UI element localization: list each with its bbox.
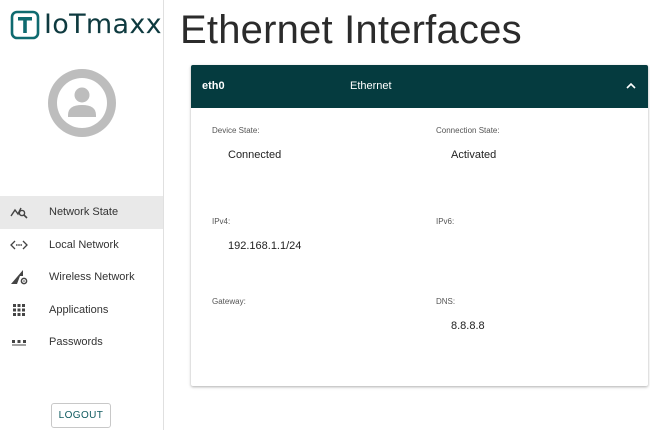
sidebar-item-label: Wireless Network (49, 271, 135, 284)
device-state-value: Connected (228, 149, 282, 161)
interface-name: eth0 (202, 80, 225, 92)
logo[interactable]: IoTmaxx (10, 10, 162, 40)
dns-label: DNS: (436, 297, 456, 306)
apps-grid-icon (10, 301, 28, 319)
sidebar-item-label: Applications (49, 303, 109, 316)
sidebar-item-network-state[interactable]: Network State (0, 196, 163, 229)
interface-header[interactable]: eth0 Ethernet (191, 65, 648, 108)
device-state-label: Device State: (212, 126, 260, 135)
sidebar-item-wireless-network[interactable]: Wireless Network (0, 261, 163, 294)
wireless-settings-icon (10, 268, 28, 286)
logo-text: IoTmaxx (44, 9, 162, 40)
chevron-up-icon[interactable] (625, 80, 637, 92)
sidebar-item-applications[interactable]: Applications (0, 294, 163, 327)
sidebar-item-local-network[interactable]: Local Network (0, 229, 163, 262)
ipv4-label: IPv4: (212, 217, 231, 226)
ipv6-label: IPv6: (436, 217, 455, 226)
ipv4-value: 192.168.1.1/24 (228, 240, 302, 252)
sidebar-item-label: Local Network (49, 238, 119, 251)
page-title: Ethernet Interfaces (180, 8, 522, 52)
logout-button[interactable]: LOGOUT (51, 403, 111, 428)
sidebar-item-passwords[interactable]: Passwords (0, 326, 163, 359)
sidebar-nav: Network State Local Network Wireless Net… (0, 196, 163, 359)
sidebar: IoTmaxx Network State Local Network Wire… (0, 0, 164, 430)
connection-state-value: Activated (451, 149, 497, 161)
interface-type: Ethernet (350, 80, 392, 92)
sidebar-item-label: Passwords (49, 336, 103, 349)
dns-value: 8.8.8.8 (451, 320, 485, 332)
connection-state-label: Connection State: (436, 126, 500, 135)
sidebar-item-label: Network State (49, 206, 119, 219)
password-dots-icon (10, 333, 28, 351)
code-arrows-icon (10, 236, 28, 254)
logo-icon (10, 10, 40, 40)
interface-card: eth0 Ethernet Device State: Connected Co… (191, 65, 648, 386)
user-avatar-icon (48, 69, 116, 137)
gateway-label: Gateway: (212, 297, 246, 306)
network-state-icon (10, 203, 28, 221)
